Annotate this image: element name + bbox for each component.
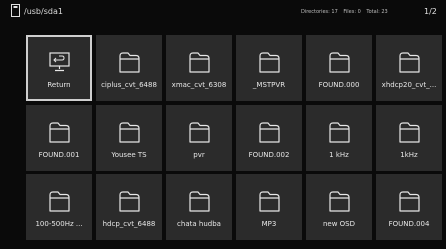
folder-tile[interactable]: MP3 (236, 174, 302, 240)
tile-label: 100-500Hz ... (35, 220, 83, 228)
folder-tile[interactable]: _MSTPVR (236, 35, 302, 101)
folder-tile[interactable]: chata hudba (166, 174, 232, 240)
tile-label: new OSD (322, 220, 356, 228)
tile-label: _MSTPVR (252, 81, 286, 89)
tile-label: Yousee TS (111, 151, 147, 159)
folder-tile[interactable]: 1 kHz (306, 105, 372, 171)
tile-label: ciplus_cvt_6488 (101, 81, 157, 89)
tile-label: 1 kHz (329, 151, 349, 159)
total-count: Total: 23 (366, 9, 388, 15)
tile-label: FOUND.000 (318, 81, 360, 89)
current-path: /usb/sda1 (24, 7, 63, 16)
folder-tile[interactable]: new OSD (306, 174, 372, 240)
tile-label: xmac_cvt_6308 (171, 81, 227, 89)
usb-drive-icon (11, 4, 20, 17)
tile-label: FOUND.002 (248, 151, 290, 159)
folder-tile[interactable]: 100-500Hz ... (26, 174, 92, 240)
folder-tile[interactable]: FOUND.004 (376, 174, 442, 240)
top-bar: /usb/sda1 Directories: 17 Files: 0 Total… (0, 0, 446, 30)
file-stats: Directories: 17 Files: 0 Total: 23 (301, 9, 392, 15)
tile-label: MP3 (261, 220, 277, 228)
tile-label: Return (47, 81, 71, 89)
folder-tile[interactable]: FOUND.002 (236, 105, 302, 171)
folder-tile[interactable]: FOUND.001 (26, 105, 92, 171)
tile-label: hdcp_cvt_6488 (102, 220, 156, 228)
folder-tile[interactable]: xmac_cvt_6308 (166, 35, 232, 101)
tile-label: xhdcp20_cvt_... (381, 81, 437, 89)
tile-label: pvr (193, 151, 205, 159)
folder-tile[interactable]: Yousee TS (96, 105, 162, 171)
tile-label: 1kHz (400, 151, 418, 159)
tile-label: chata hudba (177, 220, 221, 228)
folder-tile[interactable]: FOUND.000 (306, 35, 372, 101)
return-tile[interactable]: Return (26, 35, 92, 101)
folder-tile[interactable]: pvr (166, 105, 232, 171)
folder-tile[interactable]: xhdcp20_cvt_... (376, 35, 442, 101)
tile-label: FOUND.001 (38, 151, 80, 159)
tile-label: FOUND.004 (388, 220, 430, 228)
folder-tile[interactable]: ciplus_cvt_6488 (96, 35, 162, 101)
page-indicator: 1/2 (424, 7, 437, 16)
directories-count: Directories: 17 (301, 9, 338, 15)
folder-tile[interactable]: hdcp_cvt_6488 (96, 174, 162, 240)
files-count: Files: 0 (343, 9, 361, 15)
folder-tile[interactable]: 1kHz (376, 105, 442, 171)
